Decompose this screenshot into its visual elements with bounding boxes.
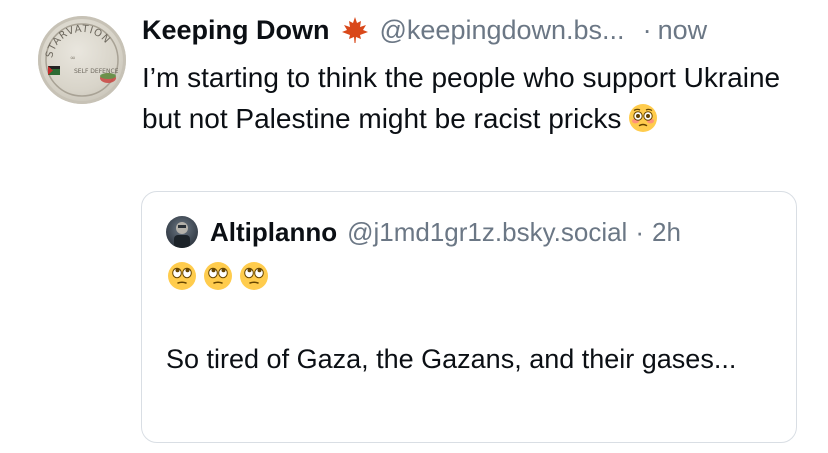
separator-dot: · xyxy=(642,14,652,45)
avatar-top-text: STARVATION xyxy=(44,24,111,59)
face-with-rolling-eyes-emoji xyxy=(204,262,232,290)
quoted-emoji-row xyxy=(166,260,270,292)
quoted-post-text: So tired of Gaza, the Gazans, and their … xyxy=(166,344,737,374)
face-with-rolling-eyes-emoji xyxy=(240,262,268,290)
quoted-post[interactable]: Altiplanno @j1md1gr1z.bsky.social · 2h S… xyxy=(141,191,797,443)
post-header: Keeping Down @keepingdown.bs... · now xyxy=(142,10,707,50)
author-avatar[interactable]: STARVATION SELF DEFENCE ∞ xyxy=(38,16,126,104)
author-name[interactable]: Keeping Down xyxy=(142,15,330,46)
post-text: I’m starting to think the people who sup… xyxy=(142,57,802,139)
post-text-content: I’m starting to think the people who sup… xyxy=(142,62,781,134)
svg-text:∞: ∞ xyxy=(70,54,76,62)
quoted-author-avatar[interactable] xyxy=(166,216,198,248)
post-time[interactable]: now xyxy=(658,15,708,46)
maple-leaf-icon xyxy=(340,15,370,45)
quoted-author-handle[interactable]: @j1md1gr1z.bsky.social xyxy=(347,217,627,248)
svg-text:STARVATION: STARVATION xyxy=(44,24,112,59)
face-with-rolling-eyes-emoji xyxy=(168,262,196,290)
avatar-coin-image: STARVATION SELF DEFENCE ∞ xyxy=(44,23,119,97)
flushed-face-emoji xyxy=(627,102,659,134)
quoted-post-time[interactable]: 2h xyxy=(652,217,681,248)
quoted-author-name[interactable]: Altiplanno xyxy=(210,217,337,248)
author-handle[interactable]: @keepingdown.bs... xyxy=(380,15,625,46)
post[interactable]: STARVATION SELF DEFENCE ∞ Keeping Down @… xyxy=(0,0,828,453)
quoted-separator-dot: · xyxy=(635,216,645,247)
quoted-post-header: Altiplanno @j1md1gr1z.bsky.social · 2h xyxy=(166,212,681,252)
